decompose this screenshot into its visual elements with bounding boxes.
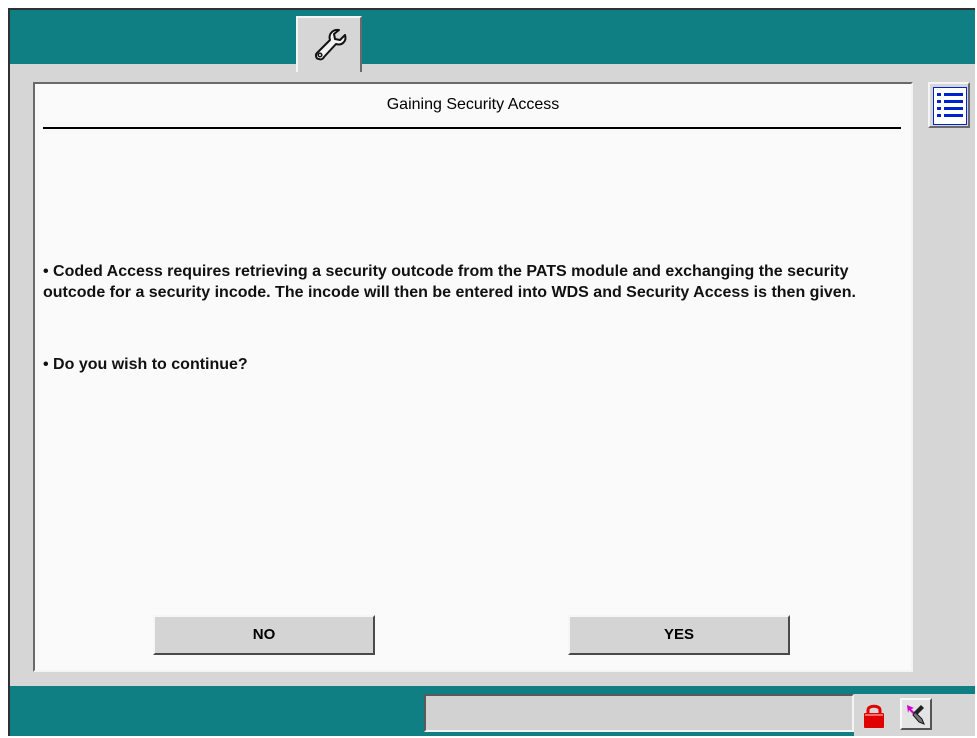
cursor-tool-icon xyxy=(907,705,925,725)
info-paragraph: • Coded Access requires retrieving a sec… xyxy=(43,263,856,301)
lock-icon xyxy=(864,704,884,728)
yes-button[interactable]: YES xyxy=(568,615,790,655)
wrench-icon xyxy=(314,28,347,61)
status-field xyxy=(424,694,854,732)
list-icon xyxy=(933,87,967,125)
continue-prompt: • Do you wish to continue? xyxy=(43,356,248,373)
title-divider xyxy=(43,127,901,129)
top-toolbar xyxy=(10,10,975,64)
app-screen: Gaining Security Access • Coded Access r… xyxy=(0,0,977,738)
dialog-panel: Gaining Security Access • Coded Access r… xyxy=(33,82,913,672)
menu-list-button[interactable] xyxy=(928,82,970,128)
tab-toolbox[interactable] xyxy=(296,16,362,72)
status-icons xyxy=(854,694,975,736)
no-button[interactable]: NO xyxy=(153,615,375,655)
page-title: Gaining Security Access xyxy=(386,96,560,113)
app-window: Gaining Security Access • Coded Access r… xyxy=(8,8,975,736)
cursor-tool-button[interactable] xyxy=(900,698,932,730)
